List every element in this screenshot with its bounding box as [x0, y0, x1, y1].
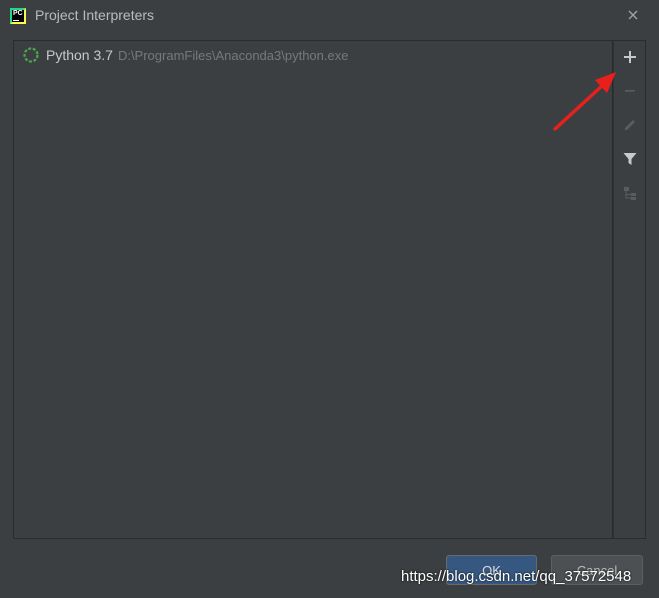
- interpreter-list-item[interactable]: Python 3.7 D:\ProgramFiles\Anaconda3\pyt…: [22, 45, 348, 65]
- minus-icon: [625, 90, 635, 92]
- remove-interpreter-button[interactable]: [620, 81, 640, 101]
- filter-icon: [623, 153, 637, 165]
- pencil-icon: [625, 120, 635, 130]
- filter-button[interactable]: [620, 149, 640, 169]
- plus-icon: [624, 51, 636, 63]
- add-interpreter-button[interactable]: [620, 47, 640, 67]
- interpreter-toolbar: [613, 40, 646, 539]
- edit-interpreter-button[interactable]: [620, 115, 640, 135]
- pycharm-logo-icon: PC: [10, 8, 26, 24]
- interpreter-list[interactable]: Python 3.7 D:\ProgramFiles\Anaconda3\pyt…: [13, 40, 613, 539]
- dialog-title: Project Interpreters: [35, 7, 155, 23]
- interpreter-loading-icon: [23, 47, 39, 63]
- dialog-titlebar: PC Project Interpreters: [0, 0, 659, 32]
- close-button[interactable]: [623, 5, 643, 25]
- app-icon-text: PC: [13, 10, 23, 17]
- show-paths-button[interactable]: [620, 183, 640, 203]
- watermark-text: https://blog.csdn.net/qq_37572548: [401, 568, 632, 585]
- interpreter-path: D:\ProgramFiles\Anaconda3\python.exe: [117, 47, 349, 63]
- interpreter-name: Python 3.7: [46, 47, 113, 63]
- tree-paths-icon: [624, 187, 636, 200]
- close-icon: [628, 10, 638, 20]
